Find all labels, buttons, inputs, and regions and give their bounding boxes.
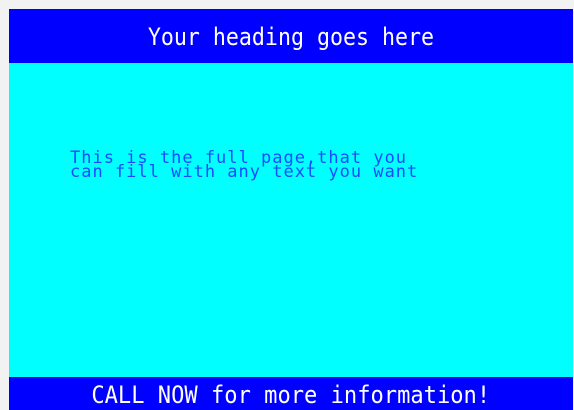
call-to-action-text: CALL NOW for more information!: [91, 381, 491, 409]
page-heading: Your heading goes here: [147, 23, 435, 51]
header-bar: Your heading goes here: [9, 9, 573, 63]
footer-bar: CALL NOW for more information!: [9, 377, 573, 410]
body-text: This is the full page,that you can fill w…: [70, 150, 540, 182]
teletext-page: Your heading goes here This is the full …: [9, 9, 573, 410]
body-text-line-2: can fill with any text you want: [70, 162, 419, 182]
content-area: This is the full page,that you can fill w…: [9, 63, 573, 377]
